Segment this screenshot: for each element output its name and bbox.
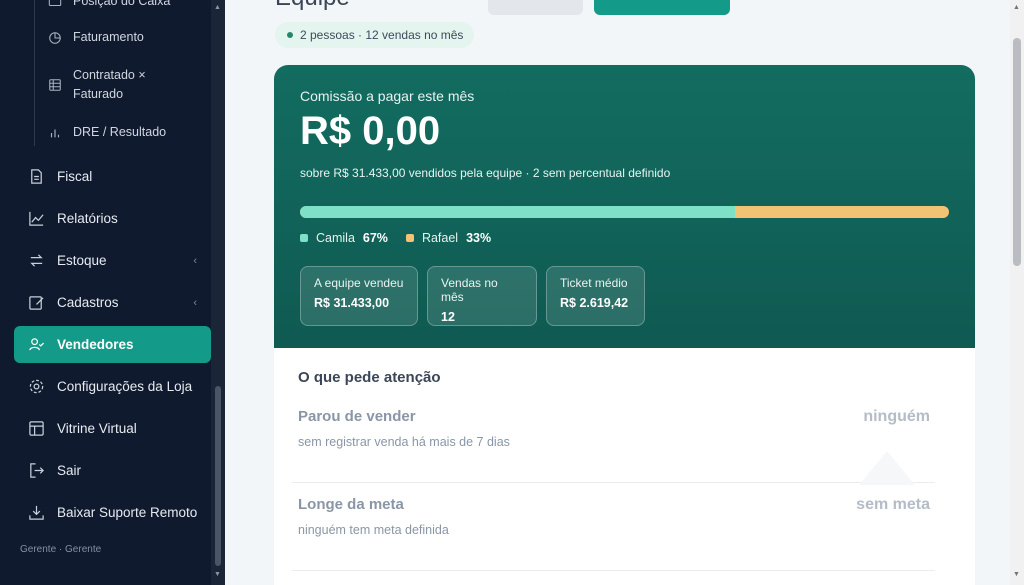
legend-swatch <box>405 234 414 242</box>
submenu-item-posicao-caixa[interactable]: Posição do Caixa <box>48 0 170 11</box>
attention-description: sem registrar venda há mais de 7 dias <box>298 435 510 449</box>
legend-swatch <box>300 234 308 242</box>
scrollbar-thumb[interactable] <box>215 386 221 566</box>
attention-title: O que pede atenção <box>298 369 441 386</box>
sidebar-item-suporte-remoto[interactable]: Baixar Suporte Remoto <box>14 494 211 531</box>
chevron-left-icon: ‹ <box>193 254 197 267</box>
stat-team-sold: A equipe vendeu R$ 31.433,00 <box>300 266 418 326</box>
stat-label: Ticket médio <box>560 276 628 290</box>
submenu-item-label: Faturamento <box>73 30 144 44</box>
sidebar-item-configuracoes[interactable]: Configurações da Loja <box>14 368 211 405</box>
sidebar-item-label: Estoque <box>57 253 107 268</box>
stat-label: Vendas no mês <box>441 276 498 304</box>
sidebar-item-label: Vendedores <box>57 337 134 352</box>
secondary-button[interactable] <box>488 0 583 15</box>
attention-description: ninguém tem meta definida <box>298 523 449 537</box>
commission-label: Comissão a pagar este mês <box>300 88 475 104</box>
user-check-icon <box>29 338 45 351</box>
stat-value: R$ 31.433,00 <box>314 296 390 310</box>
download-icon <box>29 505 44 520</box>
scroll-up-arrow-icon[interactable]: ▲ <box>1013 4 1020 11</box>
sidebar-item-relatorios[interactable]: Relatórios <box>14 200 211 237</box>
sales-split-fill-camila <box>300 206 735 218</box>
legend-percent: 33% <box>466 231 492 245</box>
stat-label: A equipe vendeu <box>314 276 404 290</box>
attention-value: sem meta <box>856 496 930 513</box>
stat-sales-count: Vendas no mês 12 <box>427 266 537 326</box>
submenu-item-label: Contratado × Faturado <box>73 68 146 101</box>
submenu-item-contratado-faturado[interactable]: Contratado × Faturado <box>48 66 168 104</box>
edit-icon <box>29 296 44 310</box>
sidebar-item-cadastros[interactable]: Cadastros ‹ <box>14 284 211 321</box>
sidebar-item-sair[interactable]: Sair <box>14 452 211 489</box>
bar-chart-icon <box>50 129 60 137</box>
main-content: Equipe 2 pessoas · 12 vendas no mês Comi… <box>225 0 1010 585</box>
legend-name: Camila <box>316 231 355 245</box>
page-title: Equipe <box>275 0 350 12</box>
submenu-item-label: Posição do Caixa <box>73 0 171 8</box>
scroll-down-arrow-icon[interactable]: ▼ <box>1013 571 1020 578</box>
sidebar-item-estoque[interactable]: Estoque ‹ <box>14 242 211 279</box>
attention-value: ninguém <box>863 408 930 425</box>
sidebar-item-vendedores[interactable]: Vendedores <box>14 326 211 363</box>
sidebar-item-label: Cadastros <box>57 295 119 310</box>
attention-heading: Parou de vender <box>298 408 416 425</box>
sidebar-item-label: Configurações da Loja <box>57 379 193 394</box>
sidebar-item-label: Vitrine Virtual <box>57 421 137 436</box>
sidebar-item-label: Fiscal <box>57 169 93 184</box>
commission-card: Comissão a pagar este mês R$ 0,00 sobre … <box>274 65 975 585</box>
pie-chart-icon <box>49 31 61 44</box>
commission-summary: Comissão a pagar este mês R$ 0,00 sobre … <box>274 65 975 348</box>
stat-value: 12 <box>441 310 455 324</box>
attention-heading: Longe da meta <box>298 496 404 513</box>
legend-item-camila: Camila 67% <box>300 231 388 245</box>
swap-icon <box>30 254 43 267</box>
page-scrollbar[interactable]: ▲ ▼ <box>1010 0 1024 585</box>
stat-value: R$ 2.619,42 <box>560 296 629 310</box>
cash-icon <box>48 0 62 6</box>
sidebar-item-label: Baixar Suporte Remoto <box>57 505 198 520</box>
legend-percent: 67% <box>362 231 388 245</box>
document-icon <box>31 169 42 184</box>
sidebar-item-label: Sair <box>57 463 82 478</box>
sales-split-bar <box>300 206 949 218</box>
scroll-up-arrow-icon[interactable]: ▲ <box>214 4 221 11</box>
logout-icon <box>30 463 44 478</box>
submenu-item-label: DRE / Resultado <box>73 125 167 139</box>
gear-icon <box>29 379 44 394</box>
user-role-label: Gerente · Gerente <box>20 544 102 555</box>
attention-row-far-from-goal[interactable]: Longe da meta ninguém tem meta definida … <box>292 483 935 571</box>
submenu-item-faturamento[interactable]: Faturamento <box>48 28 144 47</box>
tooltip-arrow <box>859 451 915 485</box>
sidebar-scrollbar[interactable]: ▲ ▼ <box>211 0 225 585</box>
sidebar-item-fiscal[interactable]: Fiscal <box>14 158 211 195</box>
sales-split-legend: Camila 67% Rafael 33% <box>300 231 509 245</box>
team-summary-badge: 2 pessoas · 12 vendas no mês <box>275 22 475 48</box>
primary-button[interactable] <box>594 0 730 15</box>
sidebar: Posição do Caixa Faturamento Contratado … <box>0 0 225 585</box>
commission-amount: R$ 0,00 <box>300 109 441 153</box>
stat-average-ticket: Ticket médio R$ 2.619,42 <box>546 266 645 326</box>
chevron-left-icon: ‹ <box>193 296 197 309</box>
legend-name: Rafael <box>421 231 459 245</box>
commission-subtitle: sobre R$ 31.433,00 vendidos pela equipe … <box>300 166 671 180</box>
sidebar-item-vitrine[interactable]: Vitrine Virtual <box>14 410 211 447</box>
attention-row-stopped-selling[interactable]: Parou de vender sem registrar venda há m… <box>292 395 935 483</box>
scroll-down-arrow-icon[interactable]: ▼ <box>214 571 221 578</box>
legend-item-rafael: Rafael 33% <box>405 231 492 245</box>
sidebar-item-label: Relatórios <box>57 211 118 226</box>
scrollbar-thumb[interactable] <box>1013 38 1021 266</box>
submenu-item-dre[interactable]: DRE / Resultado <box>48 123 166 142</box>
layout-icon <box>29 421 44 436</box>
line-chart-icon <box>29 211 44 226</box>
table-icon <box>49 79 61 91</box>
